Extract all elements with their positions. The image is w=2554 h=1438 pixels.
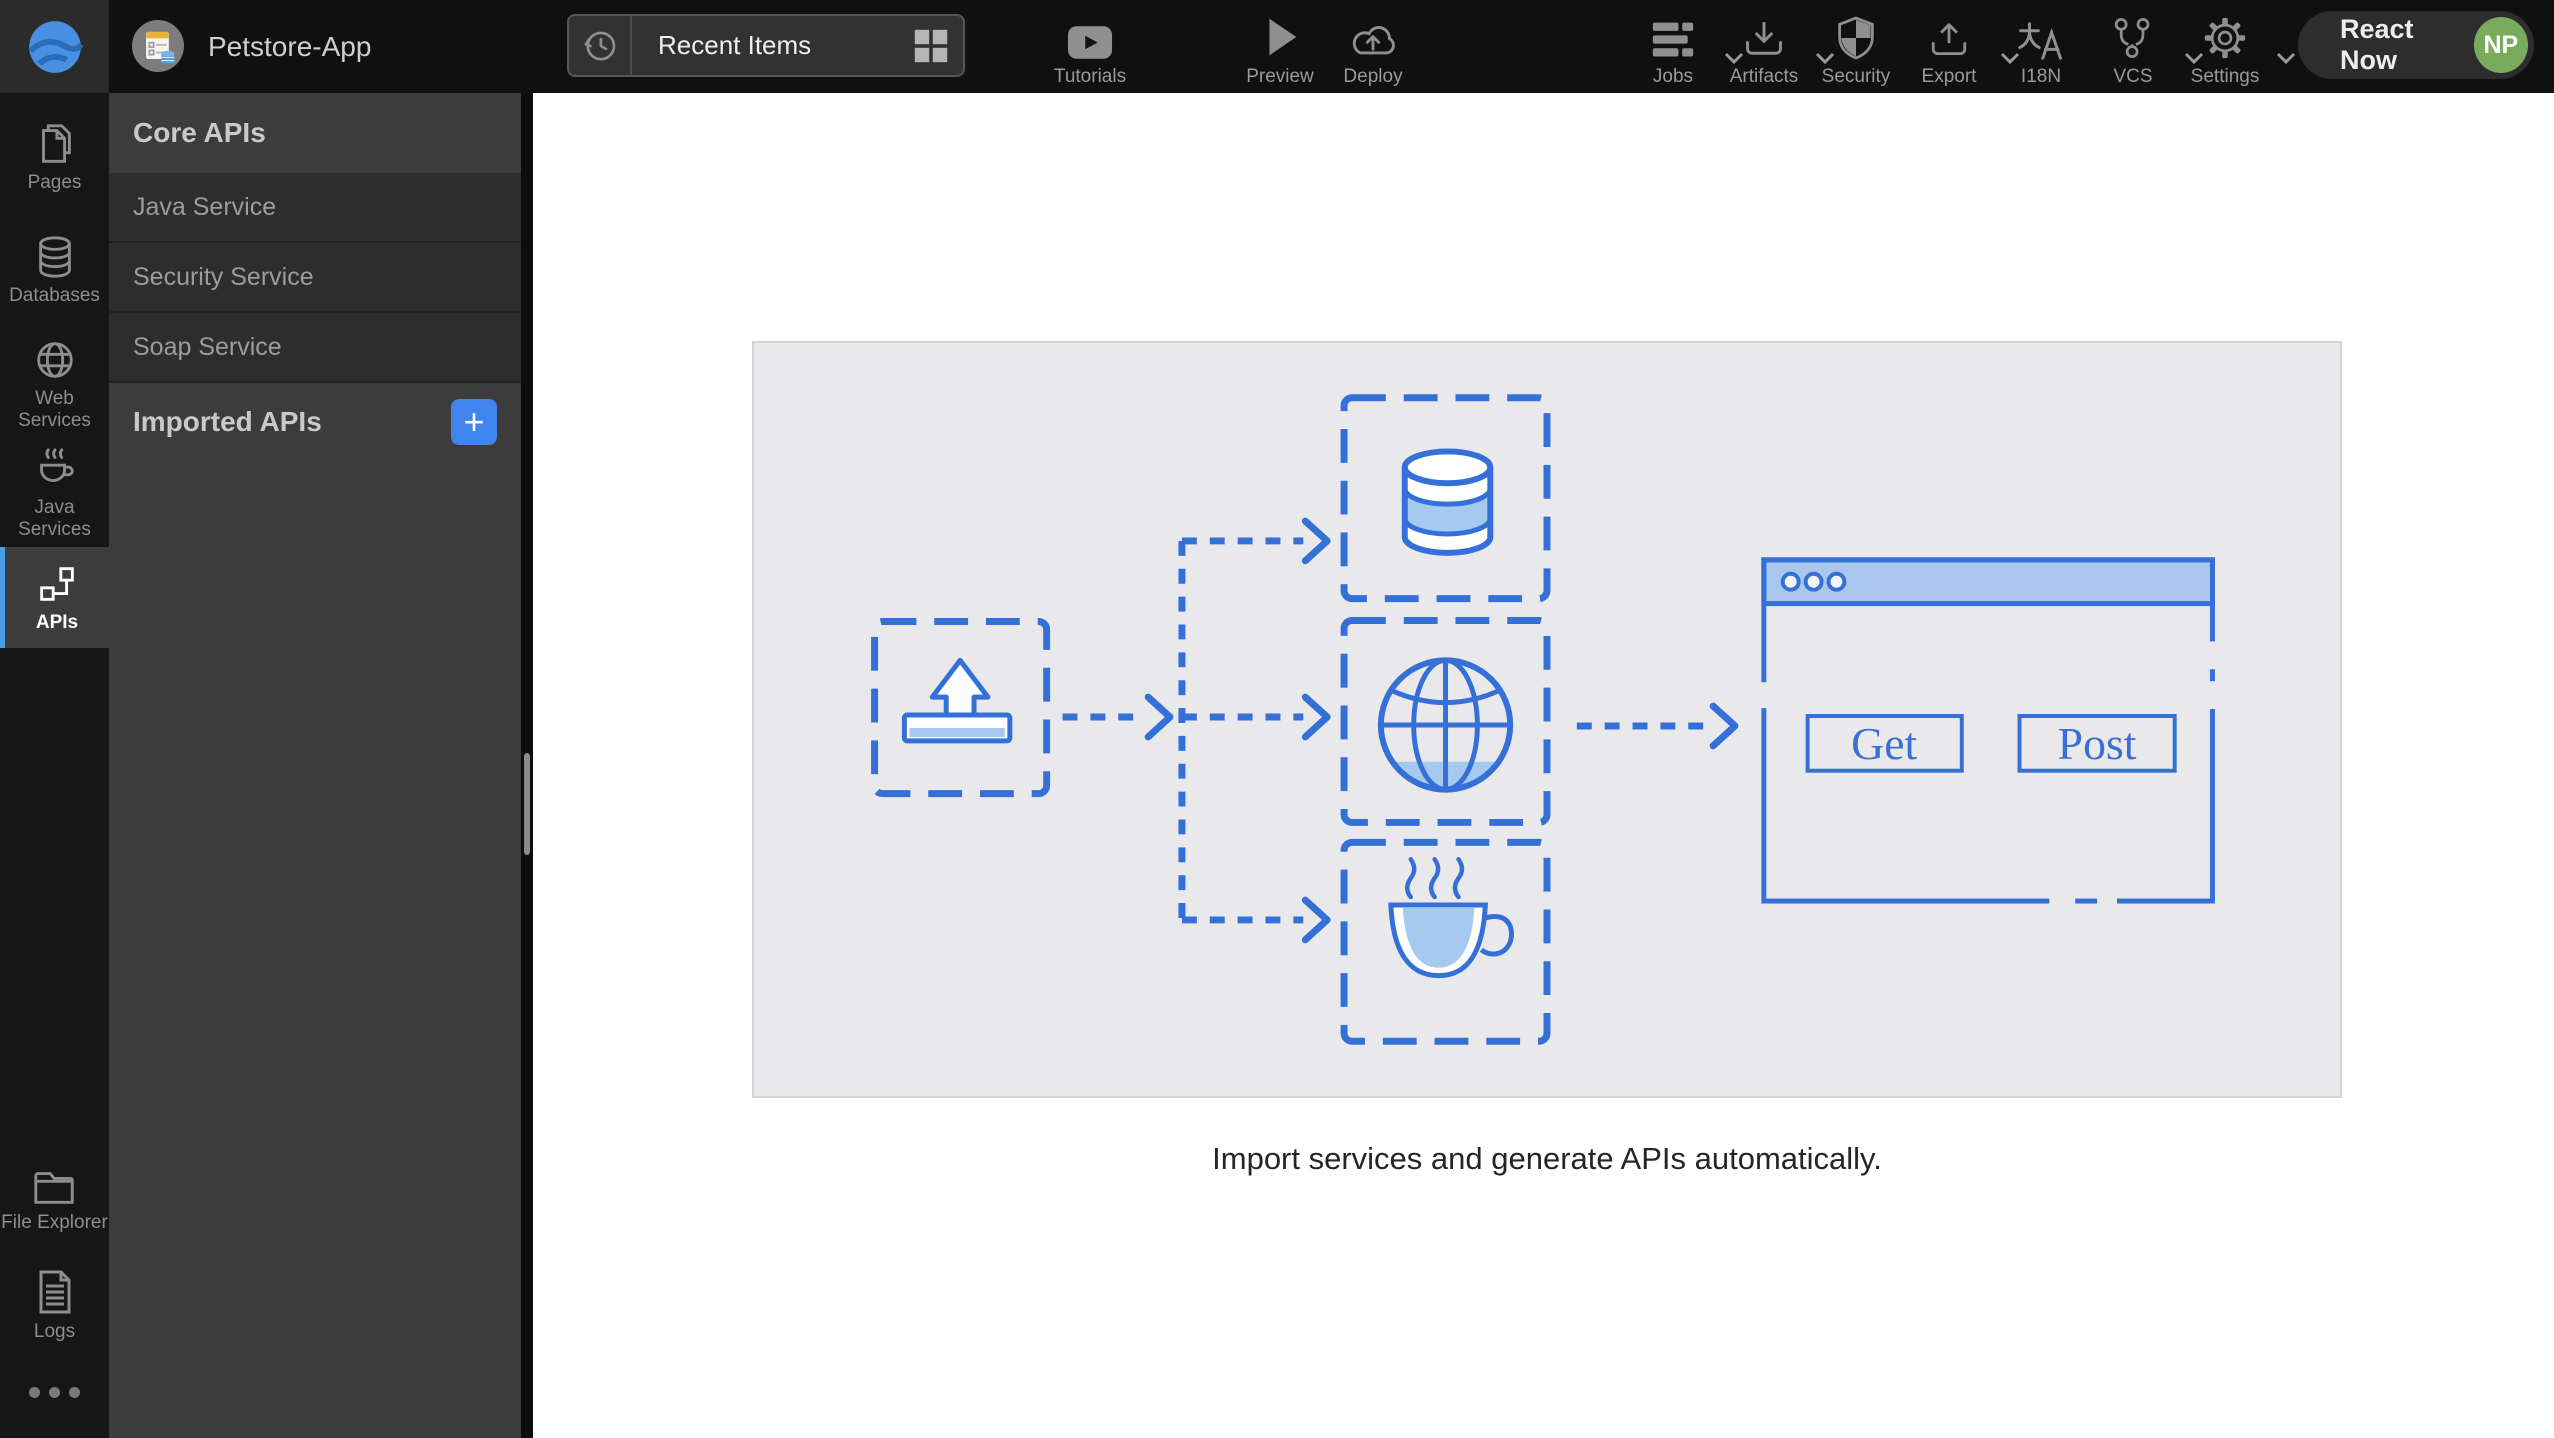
add-imported-api-button[interactable]: + <box>451 399 497 445</box>
upload-arrow-icon <box>929 657 991 720</box>
sidebar-item-web-services[interactable]: Web Services <box>0 337 109 432</box>
get-button-label: Get <box>1851 718 1917 769</box>
wavemaker-logo-icon <box>27 20 83 73</box>
cloud-upload-icon <box>1347 12 1399 60</box>
import-services-diagram: Get Post <box>752 341 2342 1098</box>
settings-button[interactable]: Settings <box>2180 12 2296 88</box>
history-icon <box>569 16 632 75</box>
preview-button[interactable]: Preview <box>1240 12 1320 88</box>
react-now-button[interactable]: React Now NP <box>2298 11 2534 79</box>
left-sidebar: Pages Databases Web Services Java Servic… <box>0 93 109 1438</box>
react-now-label: React Now <box>2340 14 2414 75</box>
security-button[interactable]: Security <box>1811 12 1901 88</box>
deploy-button[interactable]: Deploy <box>1333 12 1413 88</box>
youtube-icon <box>1067 12 1113 60</box>
imported-apis-label: Imported APIs <box>133 406 322 437</box>
database-icon <box>38 236 71 278</box>
vcs-button[interactable]: VCS <box>2088 12 2204 88</box>
sidebar-item-java-services[interactable]: Java Services <box>0 446 109 541</box>
api-nodes-icon <box>40 567 74 601</box>
upload-icon <box>1928 12 1970 60</box>
shield-icon <box>1836 12 1876 60</box>
translate-icon <box>2018 12 2064 60</box>
app-title: Petstore-App <box>208 31 372 62</box>
recent-items-label: Recent Items <box>658 30 812 60</box>
coffee-icon <box>39 448 74 482</box>
diagram-illustration: Get Post <box>871 394 2218 1045</box>
document-icon <box>39 1270 70 1314</box>
top-bar: Petstore-App Recent Items Tutorials Prev… <box>0 0 2554 93</box>
app-window: Petstore-App Recent Items Tutorials Prev… <box>0 0 2554 1438</box>
git-branch-icon <box>2113 12 2153 60</box>
list-item-soap-service[interactable]: Soap Service <box>109 313 521 383</box>
folder-icon <box>33 1172 74 1204</box>
sidebar-item-logs[interactable]: Logs <box>0 1268 109 1343</box>
apis-panel: Core APIs Java Service Security Service … <box>109 93 521 1438</box>
gear-icon <box>2203 12 2247 60</box>
core-apis-header: Core APIs <box>109 93 521 173</box>
chevron-down-icon <box>2276 52 2296 64</box>
imported-apis-header: Imported APIs + <box>109 383 521 461</box>
wavemaker-logo[interactable] <box>0 0 109 93</box>
list-item-security-service[interactable]: Security Service <box>109 243 521 313</box>
more-options-ellipsis-icon[interactable] <box>29 1387 80 1398</box>
grid-icon[interactable] <box>913 28 949 64</box>
download-icon <box>1742 12 1786 60</box>
post-button-label: Post <box>2058 718 2137 769</box>
sidebar-item-apis[interactable]: APIs <box>0 547 109 648</box>
i18n-button[interactable]: I18N <box>1996 12 2086 88</box>
sidebar-item-file-explorer[interactable]: File Explorer <box>0 1167 109 1234</box>
tutorials-button[interactable]: Tutorials <box>1040 12 1140 88</box>
sidebar-item-pages[interactable]: Pages <box>0 121 109 194</box>
globe-icon <box>36 342 73 378</box>
recent-items-dropdown[interactable]: Recent Items <box>567 14 965 77</box>
panel-scrollbar[interactable] <box>524 753 530 855</box>
artifacts-button[interactable]: Artifacts <box>1719 12 1835 88</box>
panel-gutter <box>521 93 533 1438</box>
user-avatar[interactable]: NP <box>2473 17 2528 73</box>
export-button[interactable]: Export <box>1904 12 2020 88</box>
list-item-java-service[interactable]: Java Service <box>109 173 521 243</box>
pages-icon <box>41 124 71 163</box>
main-content: Get Post Import services and generate AP… <box>533 93 2554 1438</box>
jobs-button[interactable]: Jobs <box>1628 12 1744 88</box>
diagram-caption: Import services and generate APIs automa… <box>1212 1141 1882 1176</box>
play-icon <box>1257 12 1303 60</box>
browser-window <box>1761 557 2215 904</box>
sidebar-item-databases[interactable]: Databases <box>0 234 109 307</box>
project-icon[interactable] <box>132 20 184 72</box>
jobs-stack-icon <box>1651 12 1695 60</box>
